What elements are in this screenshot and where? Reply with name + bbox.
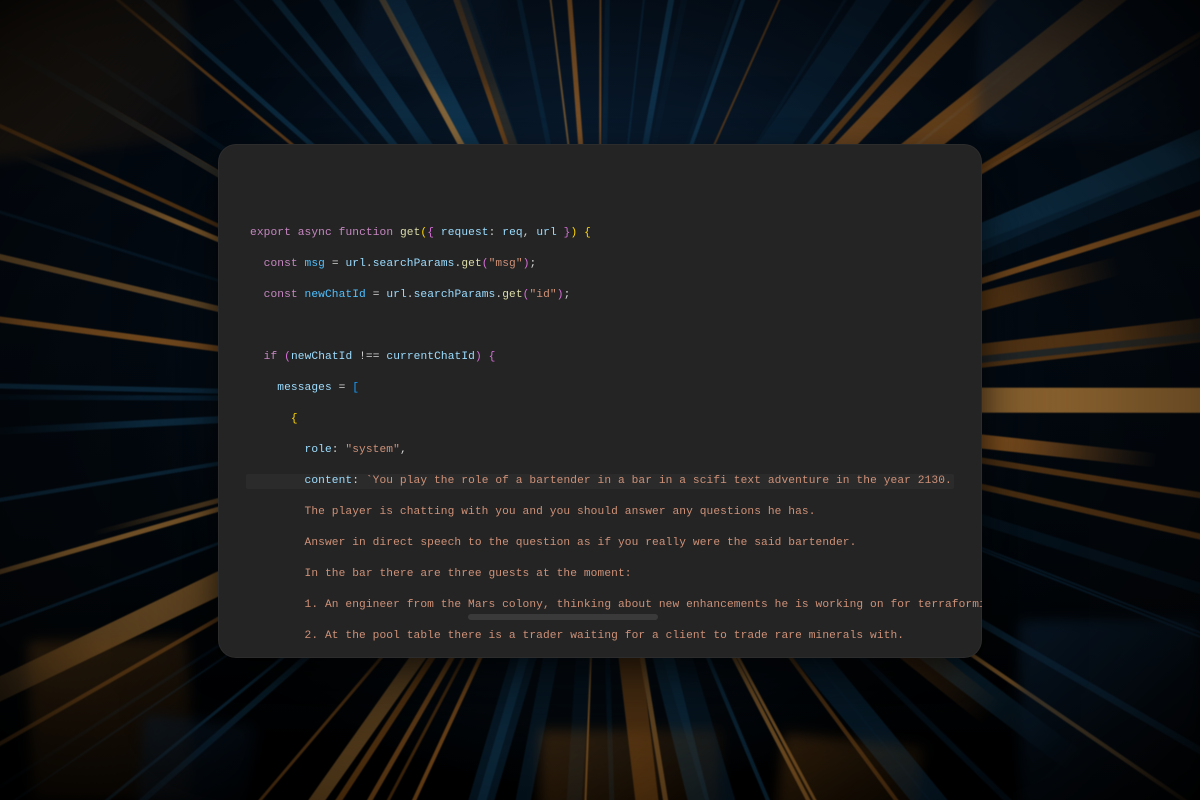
code-line: Answer in direct speech to the question … xyxy=(250,536,950,552)
code-editor-card: export async function get({ request: req… xyxy=(218,144,982,658)
code-line: if (newChatId !== currentChatId) { xyxy=(250,350,950,366)
bg-block xyxy=(1019,619,1200,800)
code-line: 2. At the pool table there is a trader w… xyxy=(250,629,950,645)
code-line: { xyxy=(250,412,950,428)
code-block[interactable]: export async function get({ request: req… xyxy=(250,210,950,658)
code-line xyxy=(250,319,950,335)
code-line: messages = [ xyxy=(250,381,950,397)
bg-block xyxy=(136,715,254,800)
code-line: The player is chatting with you and you … xyxy=(250,505,950,521)
code-line: role: "system", xyxy=(250,443,950,459)
code-line-selected: content: `You play the role of a bartend… xyxy=(246,474,954,490)
horizontal-scrollbar[interactable] xyxy=(468,614,658,620)
code-line: const msg = url.searchParams.get("msg"); xyxy=(250,257,950,273)
code-line: const newChatId = url.searchParams.get("… xyxy=(250,288,950,304)
bg-block xyxy=(976,0,1200,145)
bg-block xyxy=(0,0,199,162)
code-line: In the bar there are three guests at the… xyxy=(250,567,950,583)
code-line: export async function get({ request: req… xyxy=(250,226,950,242)
bg-block xyxy=(540,730,720,800)
code-line: 1. An engineer from the Mars colony, thi… xyxy=(250,598,950,614)
